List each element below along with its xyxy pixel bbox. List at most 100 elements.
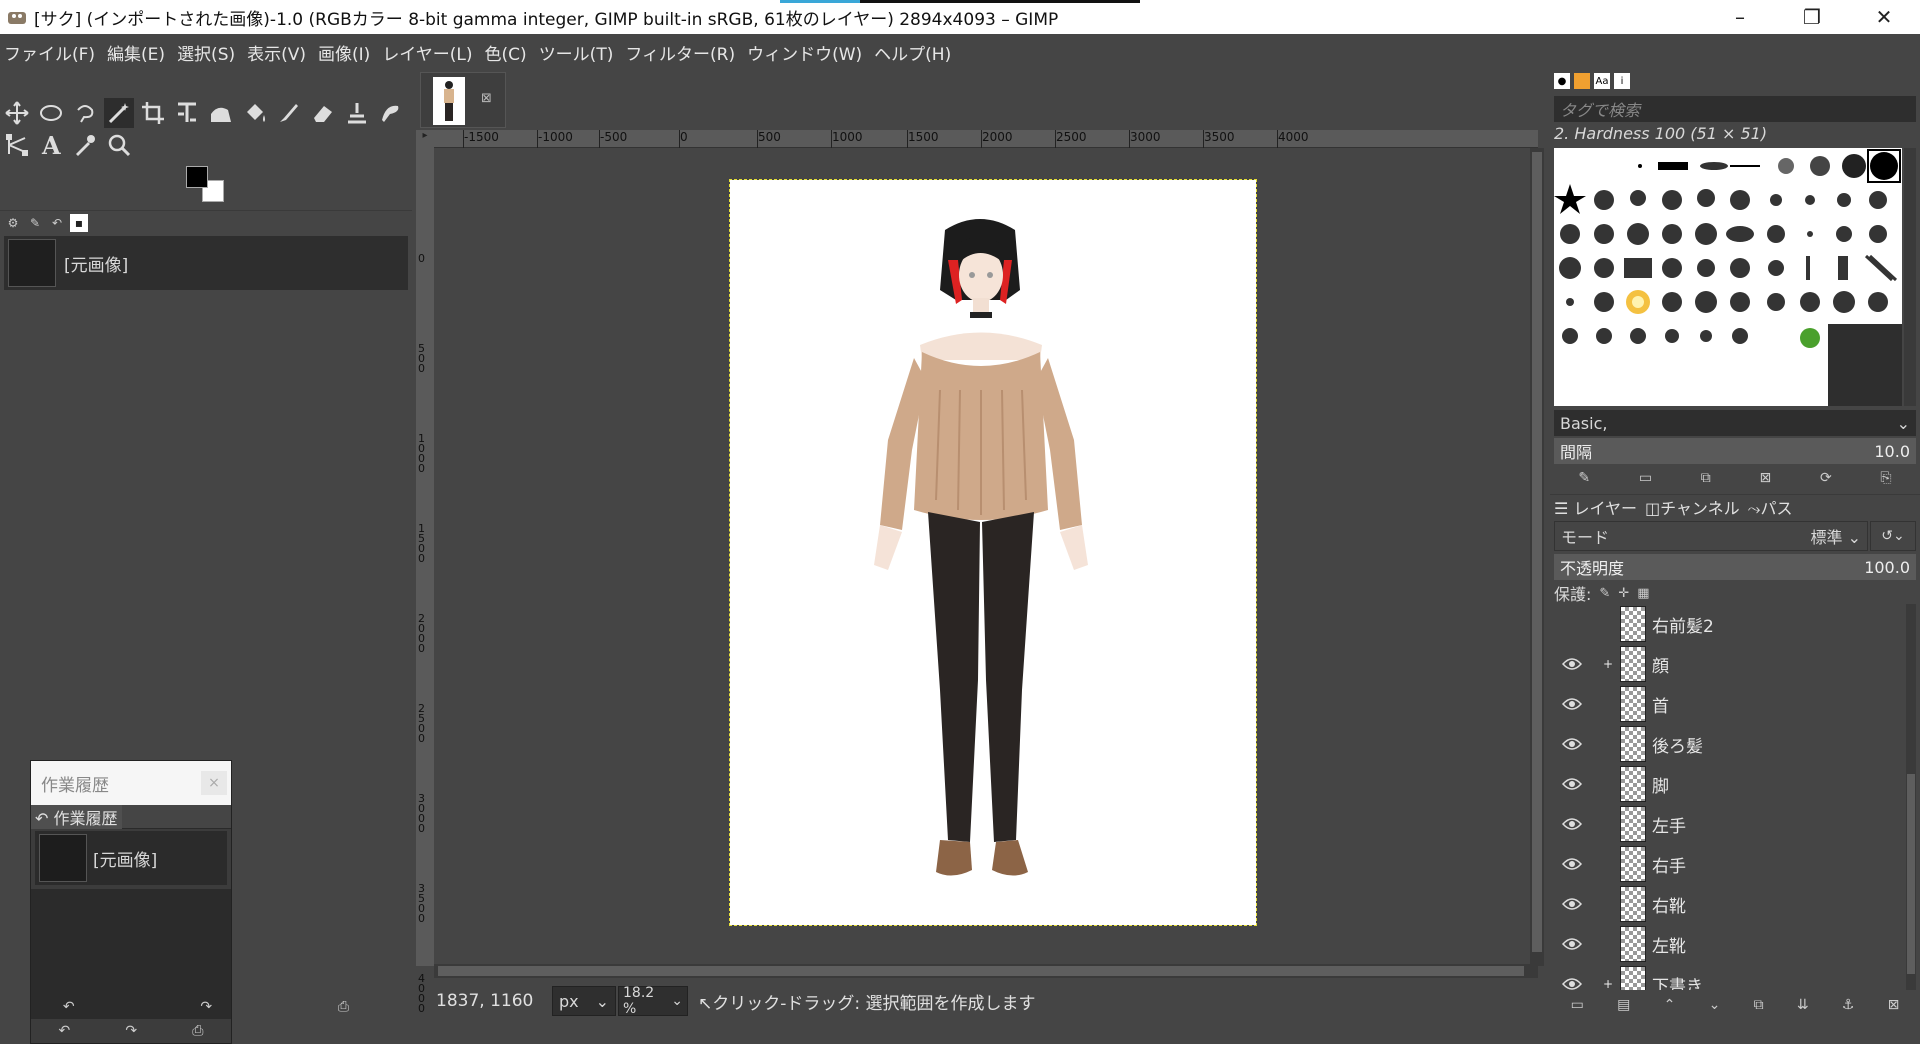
lasso-icon[interactable]: [70, 98, 100, 128]
restore-button[interactable]: ❐: [1782, 0, 1842, 34]
lock-pixels-icon[interactable]: ✎: [1599, 586, 1610, 601]
raise-layer-icon[interactable]: ⌃: [1664, 997, 1676, 1013]
new-layer-group-icon[interactable]: ▤: [1617, 997, 1630, 1013]
zoom-select[interactable]: 18.2 % ⌄: [618, 985, 688, 1017]
menu-file[interactable]: ファイル(F): [4, 40, 95, 65]
smudge-icon[interactable]: [376, 98, 406, 128]
visibility-eye-icon[interactable]: [1558, 737, 1586, 751]
expand-group-icon[interactable]: +: [1596, 977, 1620, 990]
clear-history-icon[interactable]: ⎙: [192, 1023, 203, 1039]
lock-position-icon[interactable]: ✛: [1618, 586, 1629, 601]
device-status-tab-icon[interactable]: ✎: [26, 214, 44, 232]
layer-row[interactable]: 右手: [1554, 844, 1904, 884]
patterns-tab-icon[interactable]: [1574, 73, 1590, 89]
paintbrush-icon[interactable]: [274, 98, 304, 128]
unit-select[interactable]: px ⌄: [552, 986, 616, 1016]
layer-row[interactable]: + 顔: [1554, 644, 1904, 684]
zoom-icon[interactable]: [104, 130, 134, 160]
close-image-tab-icon[interactable]: ⊠: [481, 91, 492, 106]
document-tab-icon[interactable]: i: [1614, 73, 1630, 89]
visibility-eye-icon[interactable]: [1558, 697, 1586, 711]
layer-mode-select[interactable]: モード 標準 ⌄: [1554, 521, 1868, 551]
floating-history-item[interactable]: [元画像]: [35, 831, 227, 885]
redo-icon[interactable]: ↷: [200, 999, 212, 1015]
menu-edit[interactable]: 編集(E): [107, 40, 165, 65]
clear-history-icon[interactable]: ⎙: [338, 999, 349, 1015]
menu-image[interactable]: 画像(I): [318, 40, 370, 65]
menu-help[interactable]: ヘルプ(H): [874, 40, 951, 65]
clone-icon[interactable]: [342, 98, 372, 128]
floating-window-titlebar[interactable]: 作業履歴 ×: [31, 761, 231, 805]
close-window-button[interactable]: ✕: [1854, 0, 1914, 34]
tag-search-input[interactable]: タグで検索: [1554, 96, 1916, 122]
image-canvas[interactable]: [729, 179, 1257, 926]
duplicate-brush-icon[interactable]: ⧉: [1701, 470, 1711, 486]
layer-row[interactable]: 首: [1554, 684, 1904, 724]
lock-alpha-icon[interactable]: ▦: [1637, 586, 1649, 601]
history-list-item[interactable]: [元画像]: [4, 236, 408, 290]
new-brush-icon[interactable]: ▭: [1639, 470, 1652, 486]
menu-view[interactable]: 表示(V): [247, 40, 306, 65]
layer-list[interactable]: 右前髪2 + 顔 首 後ろ髪 脚 左手 右手 右靴 左靴 + 下書き: [1554, 604, 1904, 990]
menu-select[interactable]: 選択(S): [177, 40, 235, 65]
crop-icon[interactable]: [138, 98, 168, 128]
fg-bg-color-swatches[interactable]: [184, 166, 228, 206]
open-brush-folder-icon[interactable]: ⎘: [1880, 470, 1891, 486]
duplicate-layer-icon[interactable]: ⧉: [1754, 997, 1764, 1013]
layer-row[interactable]: 右前髪2: [1554, 604, 1904, 644]
layer-row[interactable]: 後ろ髪: [1554, 724, 1904, 764]
fonts-tab-icon[interactable]: Aa: [1594, 73, 1610, 89]
opacity-slider[interactable]: 不透明度 100.0: [1554, 554, 1916, 580]
horizontal-ruler[interactable]: -1500 -1000 -500 0 500 1000 1500 2000 25…: [434, 130, 1538, 148]
layer-row[interactable]: 脚: [1554, 764, 1904, 804]
color-picker-icon[interactable]: [70, 130, 100, 160]
layer-row[interactable]: 左手: [1554, 804, 1904, 844]
visibility-eye-icon[interactable]: [1558, 817, 1586, 831]
eraser-icon[interactable]: [308, 98, 338, 128]
visibility-eye-icon[interactable]: [1558, 857, 1586, 871]
layer-scrollbar-thumb[interactable]: [1907, 774, 1915, 974]
visibility-eye-icon[interactable]: [1558, 937, 1586, 951]
menu-filters[interactable]: フィルター(R): [625, 40, 735, 65]
layer-row[interactable]: + 下書き: [1554, 964, 1904, 990]
visibility-eye-icon[interactable]: [1558, 977, 1586, 990]
visibility-eye-icon[interactable]: [1558, 657, 1586, 671]
vertical-scrollbar-thumb[interactable]: [1532, 152, 1542, 952]
floating-history-tab[interactable]: ↶ 作業履歴: [31, 804, 122, 829]
tab-paths[interactable]: ⤳パス: [1748, 495, 1793, 519]
foreground-color-swatch[interactable]: [186, 166, 208, 188]
tab-channels[interactable]: ◫チャンネル: [1645, 495, 1740, 519]
redo-icon[interactable]: ↷: [125, 1023, 137, 1039]
refresh-brushes-icon[interactable]: ⟳: [1820, 470, 1832, 486]
undo-icon[interactable]: ↶: [59, 1023, 71, 1039]
edit-brush-icon[interactable]: ✎: [1578, 470, 1590, 486]
menu-windows[interactable]: ウィンドウ(W): [747, 40, 862, 65]
horizontal-scrollbar[interactable]: [434, 964, 1538, 978]
tool-options-tab-icon[interactable]: ⚙: [4, 214, 22, 232]
layer-row[interactable]: 左靴: [1554, 924, 1904, 964]
lower-layer-icon[interactable]: ⌄: [1709, 997, 1721, 1013]
ellipse-select-icon[interactable]: [36, 98, 66, 128]
image-tab[interactable]: ⊠: [420, 72, 506, 128]
tab-layers[interactable]: ☰ レイヤー: [1554, 495, 1637, 519]
visibility-eye-icon[interactable]: [1558, 777, 1586, 791]
vertical-ruler[interactable]: 0 500 1000 1500 2000 2500 3000 3500 4000: [416, 148, 434, 1014]
spacing-slider[interactable]: 間隔 10.0: [1554, 438, 1916, 464]
floating-close-button[interactable]: ×: [201, 771, 227, 795]
menu-colors[interactable]: 色(C): [485, 40, 527, 65]
minimize-button[interactable]: –: [1710, 0, 1770, 34]
brush-grid[interactable]: [1554, 148, 1902, 406]
anchor-layer-icon[interactable]: ⚓: [1842, 997, 1855, 1013]
layer-row[interactable]: 右靴: [1554, 884, 1904, 924]
merge-layer-icon[interactable]: ⇊: [1797, 997, 1809, 1013]
transform-icon[interactable]: [172, 98, 202, 128]
warp-icon[interactable]: [206, 98, 236, 128]
fuzzy-select-icon[interactable]: [104, 98, 134, 128]
layer-mode-reset-icon[interactable]: ↺⌄: [1870, 521, 1916, 551]
move-tool-icon[interactable]: [2, 98, 32, 128]
layer-scrollbar[interactable]: [1906, 604, 1916, 990]
brush-preset-select[interactable]: Basic, ⌄: [1554, 410, 1916, 436]
text-tool-icon[interactable]: A: [36, 130, 66, 160]
image-viewport[interactable]: [434, 148, 1538, 966]
visibility-eye-icon[interactable]: [1558, 897, 1586, 911]
